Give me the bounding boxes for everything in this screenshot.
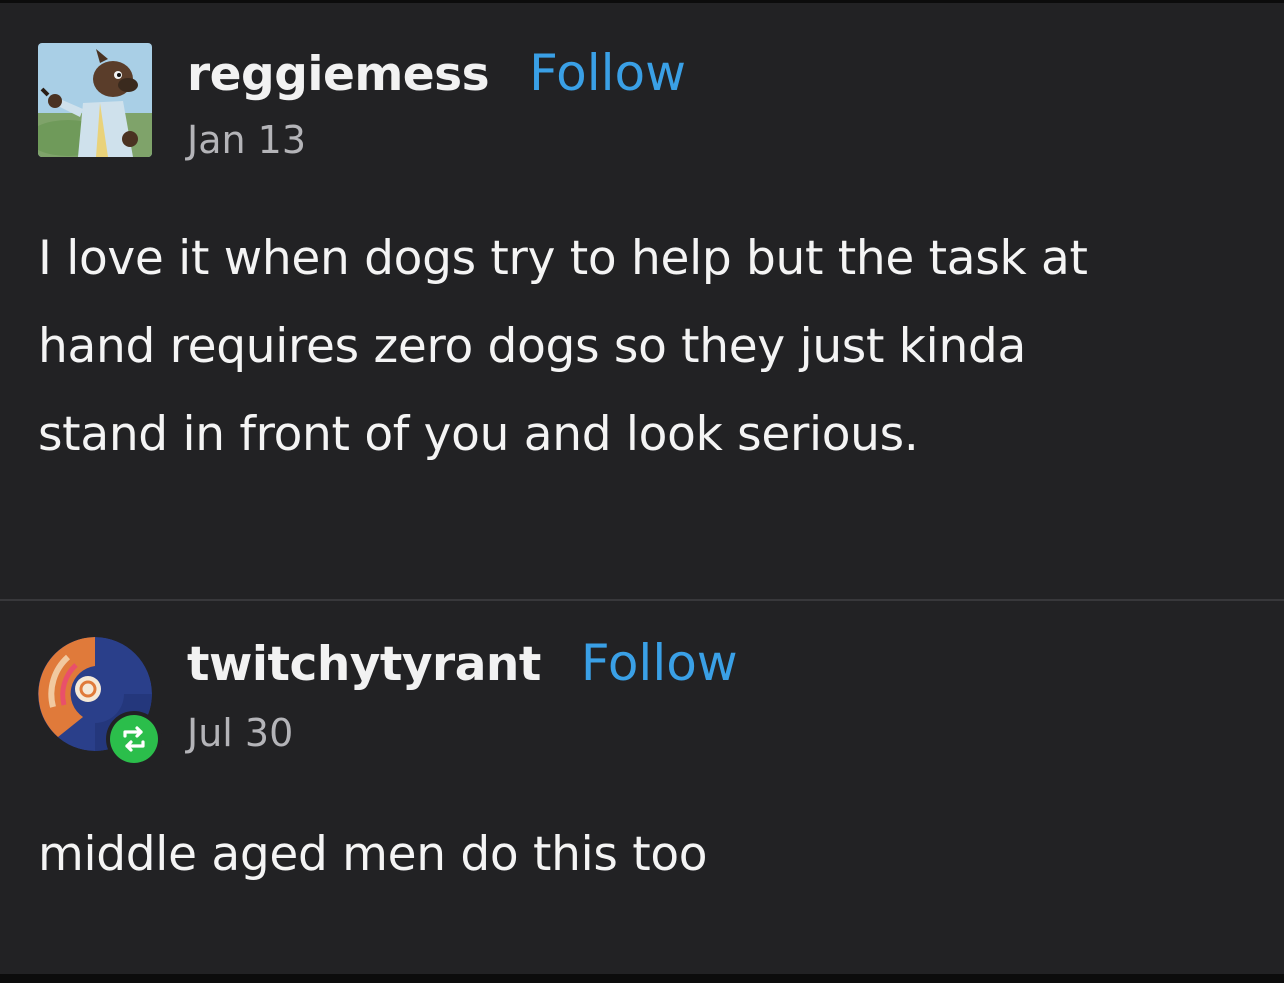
post-body-line: middle aged men do this too [38,827,708,882]
post-body-line: I love it when dogs try to help but the … [38,231,1088,286]
username[interactable]: twitchytyrant [187,633,541,697]
post-date: Jul 30 [187,711,294,755]
post-header: reggiemess Follow [187,41,686,107]
follow-button[interactable]: Follow [529,41,686,105]
username[interactable]: reggiemess [187,43,490,107]
original-post: reggiemess Follow Jan 13 I love it when … [0,3,1284,599]
post-body: I love it when dogs try to help but the … [38,215,1254,479]
post-body-line: stand in front of you and look serious. [38,407,919,462]
reblog-badge [106,711,162,767]
post-body-line: hand requires zero dogs so they just kin… [38,319,1026,374]
furry-character-avatar-icon [38,43,152,157]
post-header: twitchytyrant Follow [187,631,738,697]
post-body: middle aged men do this too [38,811,1254,899]
post-date: Jan 13 [187,118,307,162]
reblog-icon [123,726,145,752]
avatar[interactable] [38,43,152,157]
post-thread: reggiemess Follow Jan 13 I love it when … [0,0,1284,983]
reblog-post: twitchytyrant Follow Jul 30 middle aged … [0,601,1284,977]
follow-button[interactable]: Follow [581,631,738,695]
